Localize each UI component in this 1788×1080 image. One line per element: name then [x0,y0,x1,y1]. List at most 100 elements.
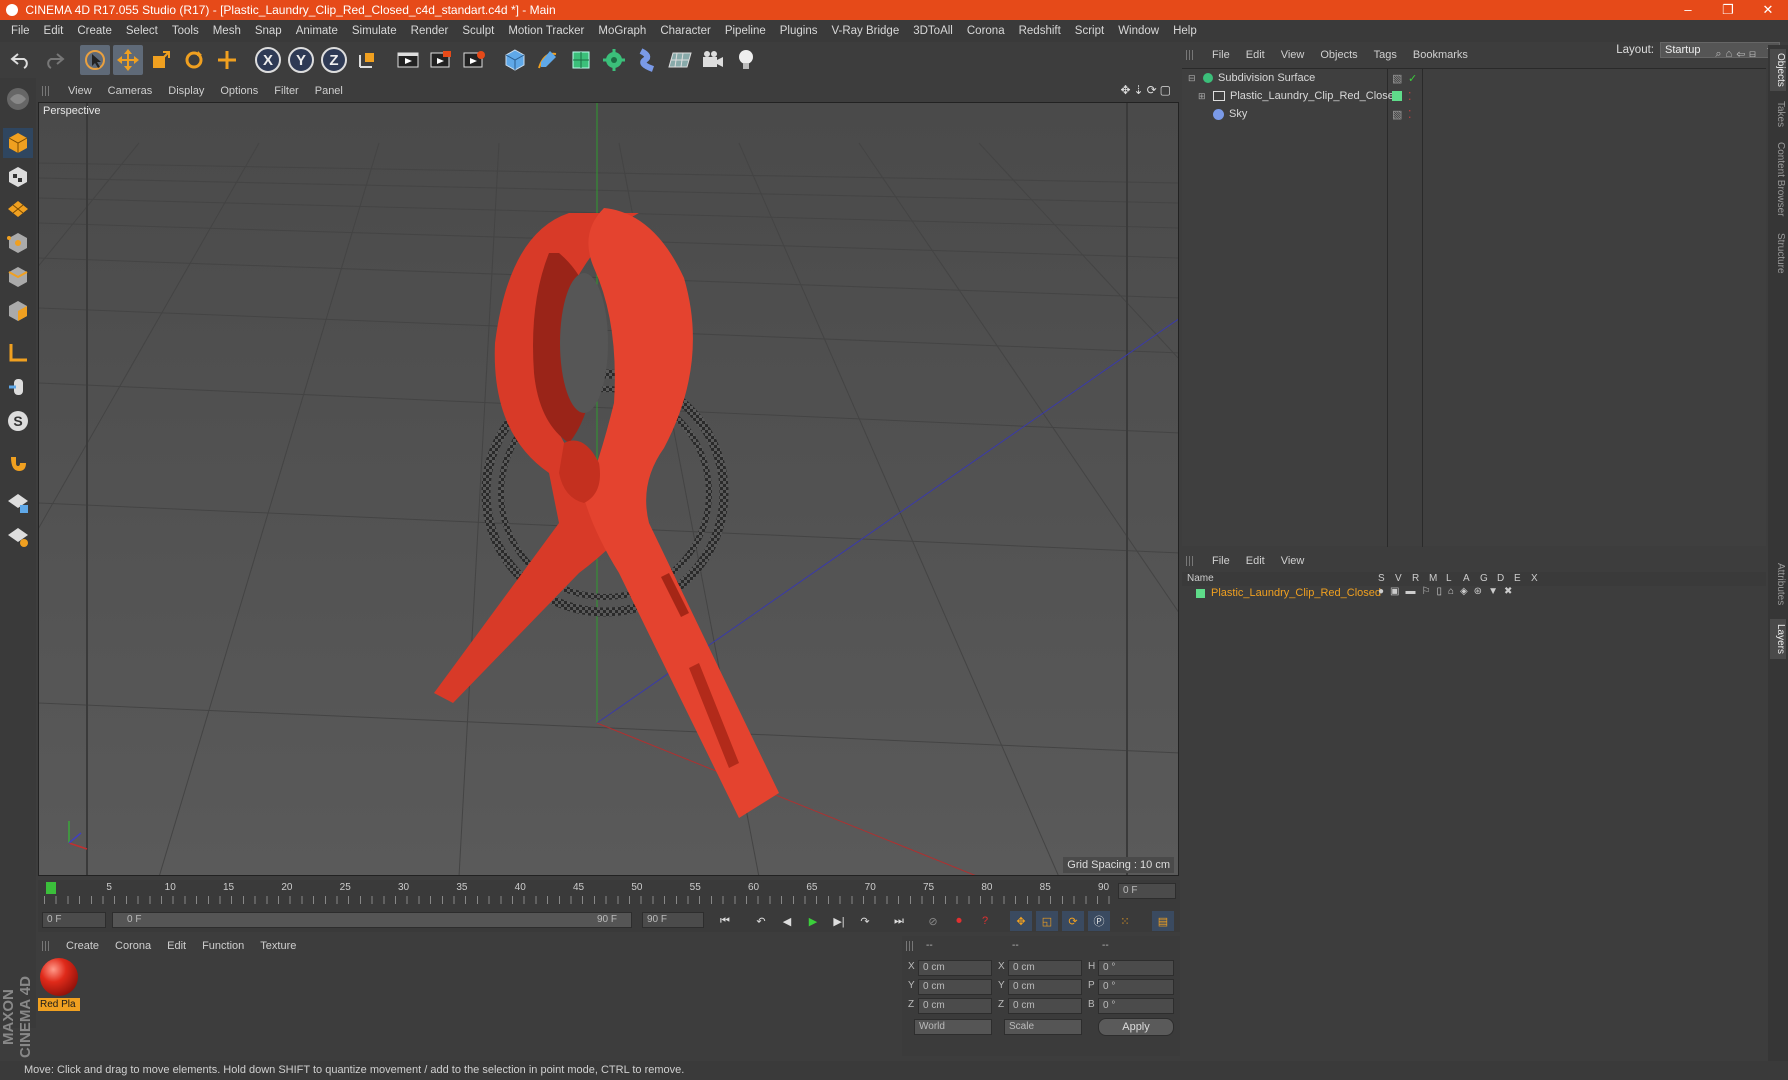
coord-rot-p-field[interactable]: 0 ° [1098,979,1174,995]
rotate-tool[interactable] [179,45,209,75]
render-settings-button[interactable] [459,45,489,75]
side-tab-takes[interactable]: Takes [1770,97,1786,131]
viewport-menu-panel[interactable]: Panel [307,85,351,97]
layer-color-swatch[interactable] [1196,589,1205,598]
key-position-button[interactable]: ✥ [1010,911,1032,931]
menu-redshift[interactable]: Redshift [1012,25,1068,37]
redo-button[interactable] [39,45,69,75]
enabled-check-icon[interactable]: ✓ [1408,72,1417,85]
key-scale-button[interactable]: ◱ [1036,911,1058,931]
x-axis-lock[interactable]: X [253,45,283,75]
menu-animate[interactable]: Animate [289,25,345,37]
make-editable-button[interactable] [3,84,33,114]
goto-start-button[interactable]: ⏮ [714,911,736,931]
menu-snap[interactable]: Snap [248,25,289,37]
side-tab-attributes[interactable]: Attributes [1770,555,1786,613]
key-pla-button[interactable]: ⁙ [1114,911,1136,931]
playhead[interactable] [46,882,56,894]
object-menu-objects[interactable]: Objects [1312,49,1365,61]
floor-button[interactable] [665,45,695,75]
expand-toggle-icon[interactable]: ⊞ [1198,91,1208,102]
deformer-button[interactable] [632,45,662,75]
viewport-menu-options[interactable]: Options [212,85,266,97]
autokey-button[interactable]: ⏺ [948,911,970,931]
menu-corona[interactable]: Corona [960,25,1012,37]
menu-vray-bridge[interactable]: V-Ray Bridge [824,25,906,37]
layer-tag-icon[interactable]: ▧ [1392,108,1402,121]
layer-toggle-icons[interactable]: ●▣▬⚐▯⌂◈⊛▼✖ [1378,586,1518,597]
object-row-sky[interactable]: Sky ▧ ⁚ [1182,105,1766,123]
keyframe-selection-button[interactable]: ? [974,911,996,931]
object-row-laundry-clip[interactable]: ⊞ Plastic_Laundry_Clip_Red_Closed ⁚ [1182,87,1766,105]
viewport-nav-icons[interactable]: ✥⇣⟳▢ [1120,83,1174,97]
scale-tool[interactable] [146,45,176,75]
coord-pos-z-field[interactable]: 0 cm [918,998,992,1014]
viewport-menu-display[interactable]: Display [160,85,212,97]
workplane-lock-button[interactable] [3,488,33,518]
render-picture-viewer-button[interactable] [426,45,456,75]
key-parameter-button[interactable]: Ⓟ [1088,911,1110,931]
coord-rot-h-field[interactable]: 0 ° [1098,960,1174,976]
coordinate-system-button[interactable] [352,45,382,75]
cube-primitive-button[interactable] [500,45,530,75]
menu-tools[interactable]: Tools [165,25,206,37]
viewport-menu-cameras[interactable]: Cameras [100,85,161,97]
menu-create[interactable]: Create [70,25,119,37]
edges-mode-button[interactable] [3,262,33,292]
menu-mesh[interactable]: Mesh [206,25,248,37]
polygons-mode-button[interactable] [3,296,33,326]
menu-help[interactable]: Help [1166,25,1204,37]
coord-size-mode-select[interactable]: Scale [1004,1019,1082,1035]
object-menu-file[interactable]: File [1204,49,1238,61]
menu-motion-tracker[interactable]: Motion Tracker [501,25,591,37]
preview-range-slider[interactable]: 0 F 90 F [112,912,632,928]
menu-sculpt[interactable]: Sculpt [455,25,501,37]
y-axis-lock[interactable]: Y [286,45,316,75]
menu-select[interactable]: Select [119,25,165,37]
key-rotation-button[interactable]: ⟳ [1062,911,1084,931]
previous-frame-button[interactable]: ◀ [776,911,798,931]
render-view-button[interactable] [393,45,423,75]
coord-rot-b-field[interactable]: 0 ° [1098,998,1174,1014]
viewport-menu-view[interactable]: View [60,85,100,97]
points-mode-button[interactable] [3,228,33,258]
side-tab-structure[interactable]: Structure [1770,227,1786,279]
spline-pen-button[interactable] [533,45,563,75]
solo-button[interactable]: S [3,406,33,436]
light-button[interactable] [731,45,761,75]
object-row-subdivision-surface[interactable]: ⊟ Subdivision Surface ▧ ✓ [1182,69,1766,87]
tweak-mode-button[interactable] [3,372,33,402]
object-menu-edit[interactable]: Edit [1238,49,1273,61]
menu-file[interactable]: File [4,25,37,37]
cloner-button[interactable] [599,45,629,75]
visibility-dots-icon[interactable]: ⁚ [1408,108,1412,121]
current-frame-field[interactable]: 0 F [1118,883,1176,899]
close-button[interactable]: ✕ [1748,0,1788,20]
object-menu-view[interactable]: View [1273,49,1313,61]
next-frame-button[interactable]: ▶| [828,911,850,931]
model-mode-button[interactable] [3,128,33,158]
menu-render[interactable]: Render [404,25,456,37]
menu-script[interactable]: Script [1068,25,1111,37]
apply-button[interactable]: Apply [1098,1018,1174,1036]
coord-pos-x-field[interactable]: 0 cm [918,960,992,976]
move-tool[interactable] [113,45,143,75]
timeline-window-button[interactable]: ▤ [1152,911,1174,931]
menu-pipeline[interactable]: Pipeline [718,25,773,37]
menu-plugins[interactable]: Plugins [773,25,825,37]
menu-simulate[interactable]: Simulate [345,25,404,37]
coord-mode-select[interactable]: World [914,1019,992,1035]
object-manager-nav-icons[interactable]: ⌕⌂⇦⊟ [1715,48,1760,61]
object-menu-bookmarks[interactable]: Bookmarks [1405,49,1476,61]
collapse-toggle-icon[interactable]: ⊟ [1188,73,1198,84]
transform-tool[interactable] [212,45,242,75]
live-selection-tool[interactable] [80,45,110,75]
material-swatch-red-pla[interactable]: Red Pla [38,956,80,1012]
texture-mode-button[interactable] [3,162,33,192]
z-axis-lock[interactable]: Z [319,45,349,75]
record-keys-button[interactable]: ⊘ [922,911,944,931]
menu-3dtoall[interactable]: 3DToAll [906,25,960,37]
coord-size-z-field[interactable]: 0 cm [1008,998,1082,1014]
material-menu-texture[interactable]: Texture [252,940,304,952]
camera-button[interactable] [698,45,728,75]
